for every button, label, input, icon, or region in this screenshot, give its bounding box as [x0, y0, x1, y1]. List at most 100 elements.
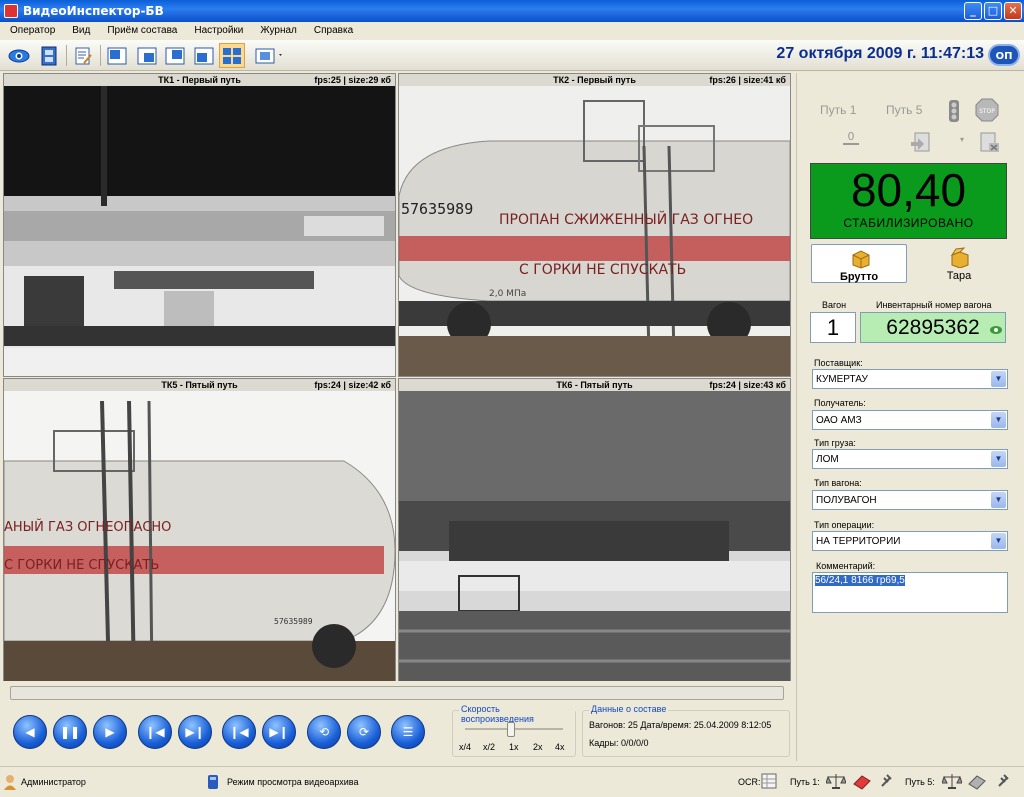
- video-panel-tk6[interactable]: ТК6 - Пятый путь fps:24 | size:43 кб: [398, 378, 791, 682]
- play-backward-icon: ◀: [25, 725, 35, 739]
- current-user: Администратор: [21, 777, 86, 787]
- track-5-label[interactable]: Путь 5: [886, 103, 922, 117]
- go-end-button[interactable]: ▶❙: [262, 715, 296, 749]
- frames-value: 0/0/0/0: [621, 738, 649, 748]
- speed-slider-thumb[interactable]: [507, 722, 515, 737]
- train-summary-row: Вагонов: 25 Дата/время: 25.04.2009 8:12:…: [589, 720, 771, 730]
- document-edit-icon[interactable]: [70, 43, 96, 68]
- layout-1-icon[interactable]: [104, 43, 130, 68]
- scales-icon[interactable]: [825, 772, 847, 792]
- close-button[interactable]: ✕: [1004, 2, 1022, 20]
- window-title: ВидеоИнспектор-БВ: [23, 4, 164, 18]
- pause-button[interactable]: ❚❚: [53, 715, 87, 749]
- zero-scale-icon[interactable]: 0: [841, 130, 861, 155]
- layout-grid-icon[interactable]: [219, 43, 245, 68]
- play-button[interactable]: ▶: [93, 715, 127, 749]
- prev-wagon-button[interactable]: ⟲: [307, 715, 341, 749]
- eraser-gray-icon[interactable]: [967, 772, 987, 792]
- track-1-label[interactable]: Путь 1: [820, 103, 856, 117]
- wagon-type-label: Тип вагона:: [814, 478, 862, 488]
- frames-row: Кадры: 0/0/0/0: [589, 738, 649, 748]
- menu-journal[interactable]: Журнал: [260, 25, 297, 36]
- video-panel-tk2[interactable]: ТК2 - Первый путь fps:26 | size:41 кб 57…: [398, 73, 791, 377]
- next-wagon-button[interactable]: ⟳: [347, 715, 381, 749]
- maximize-button[interactable]: □: [984, 2, 1002, 20]
- layout-2-icon[interactable]: [134, 43, 160, 68]
- play-icon: ▶: [105, 725, 115, 739]
- menu-operator[interactable]: Оператор: [10, 25, 55, 36]
- svg-text:57635989: 57635989: [401, 200, 473, 218]
- menu-settings[interactable]: Настройки: [194, 25, 243, 36]
- export-document-icon[interactable]: [909, 131, 933, 156]
- camera-frame: [4, 86, 395, 376]
- plug-icon[interactable]: [878, 772, 894, 792]
- cargo-type-select[interactable]: ЛОМ ▼: [812, 449, 1008, 469]
- ocr-grid-icon[interactable]: [761, 773, 777, 791]
- cargo-type-label: Тип груза:: [814, 438, 856, 448]
- speed-option[interactable]: 4x: [555, 742, 565, 752]
- menu-view[interactable]: Вид: [72, 25, 90, 36]
- weight-status: СТАБИЛИЗИРОВАНО: [843, 216, 974, 230]
- chevron-down-icon[interactable]: ▼: [991, 451, 1006, 467]
- report-button[interactable]: ☰: [391, 715, 425, 749]
- wagon-number-field[interactable]: 1: [810, 312, 856, 343]
- chevron-down-icon[interactable]: ▼: [991, 412, 1006, 428]
- minimize-button[interactable]: _: [964, 2, 982, 20]
- go-start-button[interactable]: ❙◀: [222, 715, 256, 749]
- step-forward-button[interactable]: ▶❙: [178, 715, 212, 749]
- receiver-select[interactable]: ОАО АМЗ ▼: [812, 410, 1008, 430]
- menu-bar: Оператор Вид Приём состава Настройки Жур…: [0, 22, 1024, 39]
- menu-train-receive[interactable]: Приём состава: [107, 25, 177, 36]
- right-panel: Путь 1 Путь 5 STOP 0 ▾ 80,40 СТАБИЛИЗИРО…: [796, 73, 1024, 761]
- film-strip-icon[interactable]: [36, 43, 62, 68]
- stop-sign-icon[interactable]: STOP: [975, 98, 999, 125]
- refresh-ocr-icon[interactable]: [989, 314, 1003, 344]
- plug-icon[interactable]: [995, 772, 1011, 792]
- speed-option[interactable]: x/2: [483, 742, 495, 752]
- comment-field[interactable]: 56/24,1 8166 гр69,5: [812, 572, 1008, 613]
- tara-button[interactable]: Тара: [911, 244, 1007, 283]
- layout-3-icon[interactable]: [162, 43, 188, 68]
- brutto-button[interactable]: Брутто: [811, 244, 907, 283]
- speed-option[interactable]: 1x: [509, 742, 519, 752]
- train-data-title: Данные о составе: [589, 704, 669, 714]
- menu-help[interactable]: Справка: [314, 25, 353, 36]
- speed-option[interactable]: 2x: [533, 742, 543, 752]
- chevron-down-icon[interactable]: ▼: [991, 371, 1006, 387]
- weight-value: 80,40: [850, 164, 967, 216]
- camera-frame: АНЫЙ ГАЗ ОГНЕОПАСНО С ГОРКИ НЕ СПУСКАТЬ …: [4, 391, 395, 681]
- svg-text:0: 0: [848, 130, 855, 143]
- speed-option[interactable]: x/4: [459, 742, 471, 752]
- app-icon: [4, 4, 18, 18]
- layout-4-icon[interactable]: [191, 43, 217, 68]
- inventory-number-field[interactable]: 62895362: [860, 312, 1006, 343]
- eye-icon[interactable]: [6, 43, 32, 68]
- operation-type-select[interactable]: НА ТЕРРИТОРИИ ▼: [812, 531, 1008, 551]
- step-forward-icon: ▶❙: [185, 725, 205, 739]
- traffic-light-icon[interactable]: [947, 99, 961, 126]
- wagon-next-icon: ⟳: [358, 725, 370, 739]
- eraser-red-icon[interactable]: [852, 772, 872, 792]
- receiver-value: ОАО АМЗ: [816, 415, 862, 426]
- dropdown-arrow-icon[interactable]: ▾: [960, 135, 964, 144]
- archive-icon: [207, 774, 219, 792]
- delete-document-icon[interactable]: [977, 131, 1001, 156]
- current-datetime: 27 октября 2009 г. 11:47:13: [776, 45, 984, 62]
- wagon-prev-icon: ⟲: [318, 725, 330, 739]
- video-panel-tk1[interactable]: ТК1 - Первый путь fps:25 | size:29 кб: [3, 73, 396, 377]
- video-panel-tk5[interactable]: ТК5 - Пятый путь fps:24 | size:42 кб АНЫ…: [3, 378, 396, 682]
- supplier-select[interactable]: КУМЕРТАУ ▼: [812, 369, 1008, 389]
- timeline-track[interactable]: [10, 686, 784, 700]
- wagon-type-select[interactable]: ПОЛУВАГОН ▼: [812, 490, 1008, 510]
- step-back-button[interactable]: ❙◀: [138, 715, 172, 749]
- video-header: ТК6 - Пятый путь fps:24 | size:43 кб: [399, 379, 790, 391]
- chevron-down-icon[interactable]: ▼: [991, 533, 1006, 549]
- chevron-down-icon[interactable]: ▼: [991, 492, 1006, 508]
- document-icon: ☰: [402, 725, 414, 739]
- camera-select-icon[interactable]: [253, 43, 287, 68]
- comment-label: Комментарий:: [816, 561, 876, 571]
- video-fps: fps:26 | size:41 кб: [709, 75, 786, 85]
- rewind-button[interactable]: ◀: [13, 715, 47, 749]
- frames-label: Кадры:: [589, 738, 619, 748]
- scales-icon[interactable]: [941, 772, 963, 792]
